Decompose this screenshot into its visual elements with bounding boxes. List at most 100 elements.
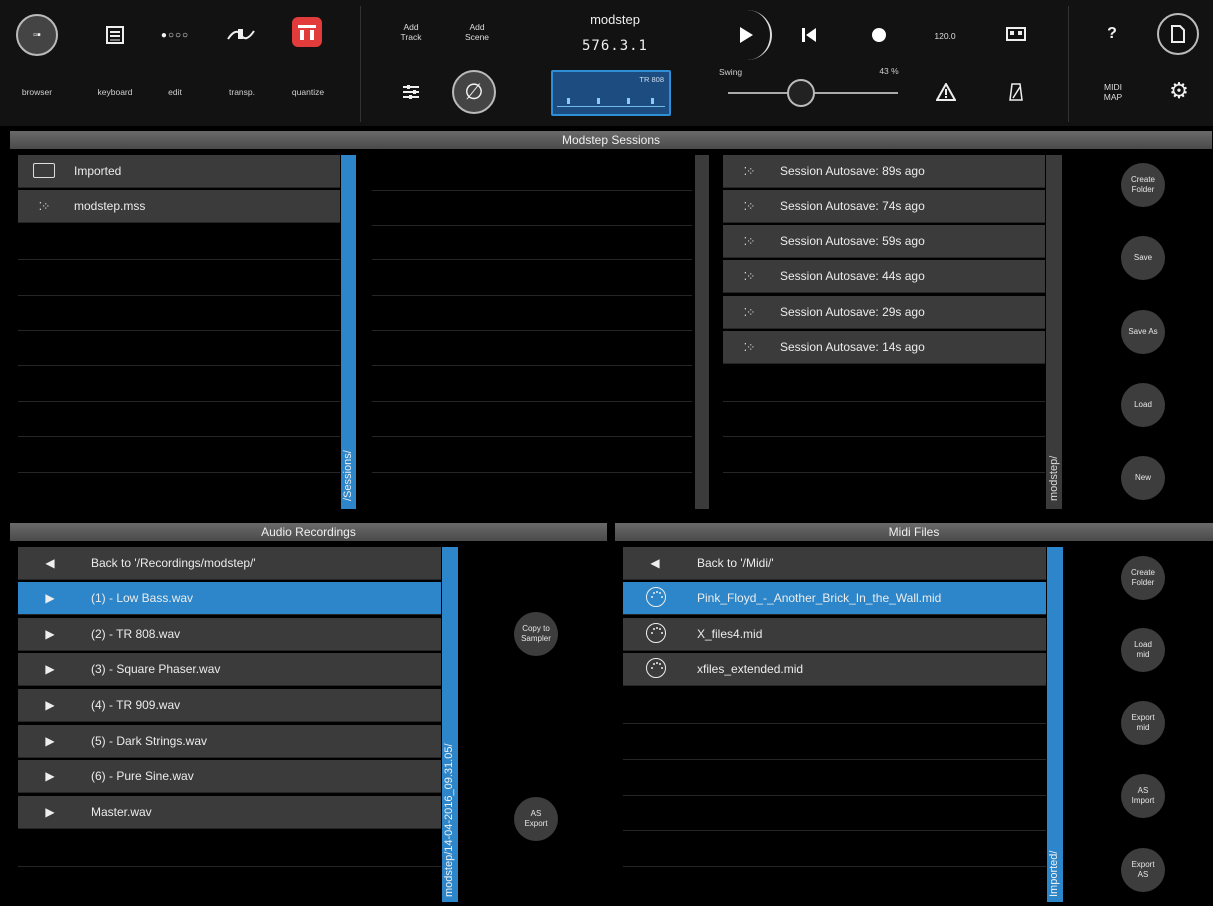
audio-header: Audio Recordings (10, 523, 607, 541)
quantize-icon (298, 25, 316, 40)
transpose-button[interactable] (224, 20, 258, 50)
divider (623, 795, 1046, 796)
quantize-label: quantize (291, 87, 325, 97)
play-button[interactable] (722, 10, 772, 60)
midi-path: Imported/ (1048, 850, 1060, 897)
settings-button[interactable]: ⚙ (1166, 78, 1192, 104)
midi-create-folder-button[interactable]: Create Folder (1121, 556, 1165, 600)
export-as-button[interactable]: Export AS (1121, 848, 1165, 892)
list-item[interactable]: ⁚⁘ modstep.mss (18, 190, 340, 223)
as-export-button[interactable]: AS Export (514, 797, 558, 841)
item-label: Session Autosave: 74s ago (780, 199, 925, 213)
divider (18, 295, 340, 296)
record-icon (872, 28, 886, 42)
list-item[interactable]: xfiles_extended.mid (623, 653, 1046, 686)
swing-slider-knob[interactable] (787, 79, 815, 107)
session-icon: ⁚⁘ (743, 201, 756, 213)
audio-path-bar[interactable]: modstep/14-04-2016_09.31.05/ (442, 547, 458, 902)
record-button[interactable] (866, 22, 892, 48)
sessions-header: Modstep Sessions (10, 131, 1212, 149)
play-icon: ▶ (45, 662, 55, 676)
sessions-path-bar-right[interactable]: modstep/ (1046, 155, 1062, 509)
transpose-icon (227, 29, 255, 40)
browser-button[interactable]: ▫▪ (16, 14, 58, 56)
list-item[interactable]: ⁚⁘ Session Autosave: 74s ago (723, 190, 1045, 223)
midi-file-icon (645, 582, 667, 615)
divider (18, 330, 340, 331)
new-button[interactable]: New (1121, 456, 1165, 500)
midi-file-icon (645, 653, 667, 686)
add-scene-button[interactable]: Add Scene (461, 22, 493, 42)
item-label: Pink_Floyd_-_Another_Brick_In_the_Wall.m… (697, 591, 942, 605)
list-item[interactable]: Pink_Floyd_-_Another_Brick_In_the_Wall.m… (623, 582, 1046, 615)
load-button[interactable]: Load (1121, 383, 1165, 427)
midi-create-folder-label: Create Folder (1130, 568, 1155, 587)
list-item[interactable]: X_files4.mid (623, 618, 1046, 651)
help-button[interactable]: ? (1100, 20, 1124, 48)
file-button[interactable] (1157, 13, 1199, 55)
sessions-path-bar[interactable]: /Sessions/ (341, 155, 356, 509)
list-item[interactable]: ▶ (4) - TR 909.wav (18, 689, 441, 722)
load-mid-button[interactable]: Load mid (1121, 628, 1165, 672)
stop-clips-button[interactable]: ∅ (452, 70, 496, 114)
list-item[interactable]: ⁚⁘ Session Autosave: 14s ago (723, 331, 1045, 364)
save-as-button[interactable]: Save As (1121, 310, 1165, 354)
skip-back-icon (802, 28, 816, 42)
item-label: Session Autosave: 59s ago (780, 234, 925, 248)
copy-to-sampler-label: Copy to Sampler (521, 624, 551, 643)
app-title: modstep (590, 12, 640, 27)
list-item[interactable]: ▶ Master.wav (18, 796, 441, 829)
list-item[interactable]: ⁚⁘ Session Autosave: 89s ago (723, 155, 1045, 188)
display-line (557, 106, 665, 107)
audio-path: modstep/14-04-2016_09.31.05/ (443, 743, 455, 897)
edit-button[interactable]: ●○○○ (158, 22, 192, 48)
divider (372, 190, 692, 191)
item-label: Session Autosave: 14s ago (780, 340, 925, 354)
list-item[interactable]: ▶ (1) - Low Bass.wav (18, 582, 441, 615)
browser-icon: ▫▪ (33, 29, 41, 41)
midi-header: Midi Files (615, 523, 1213, 541)
keyboard-button[interactable] (100, 20, 130, 50)
tempo-value[interactable]: 120.0 (930, 31, 960, 41)
list-item[interactable]: ◀ Back to '/Recordings/modstep/' (18, 547, 441, 580)
save-as-label: Save As (1128, 327, 1158, 336)
scroll-strip[interactable] (695, 155, 709, 509)
add-track-button[interactable]: Add Track (396, 22, 426, 42)
export-mid-button[interactable]: Export mid (1121, 701, 1165, 745)
metronome-button[interactable] (1004, 80, 1028, 104)
list-item[interactable]: ▶ (3) - Square Phaser.wav (18, 653, 441, 686)
session-icon: ⁚⁘ (38, 201, 51, 213)
list-item[interactable]: Imported (18, 155, 340, 188)
create-folder-button[interactable]: Create Folder (1121, 163, 1165, 207)
display-label: TR 808 (639, 75, 664, 84)
item-label: (6) - Pure Sine.wav (91, 769, 194, 783)
save-button[interactable]: Save (1121, 236, 1165, 280)
divider (18, 259, 340, 260)
quantize-button[interactable] (292, 17, 322, 47)
divider (372, 472, 692, 473)
mixer-button[interactable] (398, 80, 424, 104)
gear-icon: ⚙ (1169, 78, 1189, 103)
divider (623, 723, 1046, 724)
display-mark (567, 98, 570, 104)
list-item[interactable]: ◀ Back to '/Midi/' (623, 547, 1046, 580)
null-icon: ∅ (464, 79, 484, 104)
as-import-button[interactable]: AS Import (1121, 774, 1165, 818)
midi-map-button[interactable]: MIDI MAP (1098, 82, 1128, 102)
list-item[interactable]: ⁚⁘ Session Autosave: 59s ago (723, 225, 1045, 258)
warning-button[interactable] (932, 80, 960, 104)
list-item[interactable]: ▶ (6) - Pure Sine.wav (18, 760, 441, 793)
rewind-button[interactable] (796, 22, 822, 48)
tape-button[interactable] (1003, 22, 1029, 46)
list-item[interactable]: ▶ (5) - Dark Strings.wav (18, 725, 441, 758)
list-item[interactable]: ▶ (2) - TR 808.wav (18, 618, 441, 651)
browser-label: browser (21, 87, 53, 97)
list-item[interactable]: ⁚⁘ Session Autosave: 29s ago (723, 296, 1045, 329)
midi-path-bar[interactable]: Imported/ (1047, 547, 1063, 902)
divider (723, 472, 1045, 473)
divider (372, 365, 692, 366)
list-item[interactable]: ⁚⁘ Session Autosave: 44s ago (723, 260, 1045, 293)
session-icon: ⁚⁘ (743, 236, 756, 248)
copy-to-sampler-button[interactable]: Copy to Sampler (514, 612, 558, 656)
track-overview-display[interactable]: TR 808 (551, 70, 671, 116)
